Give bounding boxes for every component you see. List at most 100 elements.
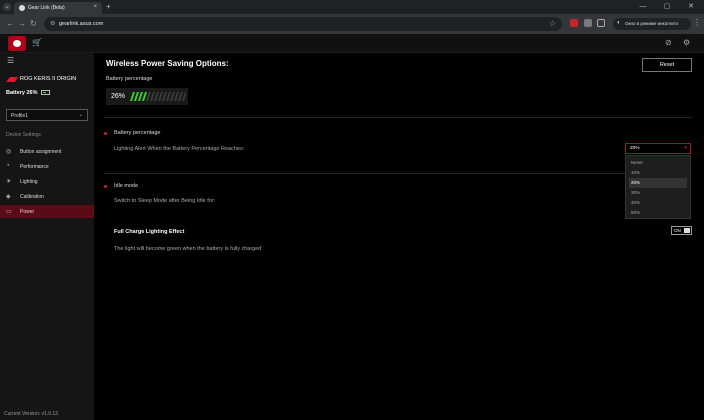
sidebar-item-lighting[interactable]: ☀ Lighting <box>0 175 94 188</box>
forward-icon[interactable]: → <box>18 18 26 30</box>
browser-tab-strip: ⌄ Gear Link (Beta) × + — ▢ ✕ <box>0 0 704 14</box>
address-bar[interactable]: ⚙ gearlink.asus.com ☆ <box>44 17 562 31</box>
settings-icon[interactable]: ⚙ <box>683 38 690 47</box>
incognito-badge[interactable]: ◐ Окно в режиме инкогнито <box>613 18 691 30</box>
battery-segment-empty <box>154 92 159 101</box>
toggle-label: ON <box>674 228 681 233</box>
battery-percentage-value: 26% <box>111 93 126 100</box>
divider <box>104 117 692 118</box>
incognito-label: Окно в режиме инкогнито <box>625 21 679 26</box>
rog-logo-icon <box>6 77 18 82</box>
battery-status: Battery 26% <box>6 90 38 96</box>
idle-mode-description: Switch to Sleep Mode after Being Idle fo… <box>114 198 216 204</box>
version-text: Current Version: v1.0.13 <box>4 411 58 417</box>
side-panel-icon[interactable] <box>597 19 605 27</box>
battery-segment-empty <box>182 92 186 101</box>
idle-mode-heading: Idle mode <box>114 183 139 189</box>
reload-icon[interactable]: ↻ <box>30 18 37 30</box>
tab-search-icon[interactable]: ⌄ <box>3 3 11 11</box>
battery-segment-filled <box>138 92 143 101</box>
battery-segment-empty <box>158 92 163 101</box>
store-icon[interactable]: 🛒 <box>32 38 42 47</box>
close-window-button[interactable]: ✕ <box>686 1 696 12</box>
sidebar-item-label: Calibration <box>20 194 44 200</box>
full-charge-toggle[interactable]: ON <box>671 226 692 235</box>
tab-title: Gear Link (Beta) <box>28 5 65 11</box>
battery-level-icon <box>41 90 50 95</box>
calibration-icon: ◈ <box>6 194 11 200</box>
option-label: 40% <box>631 200 641 205</box>
battery-segment-empty <box>150 92 155 101</box>
full-charge-description: The light will become green when the bat… <box>114 246 262 252</box>
browser-tab[interactable]: Gear Link (Beta) × <box>14 2 102 14</box>
battery-segment-empty <box>146 92 151 101</box>
option-label: 10% <box>631 170 641 175</box>
battery-segment-empty <box>166 92 171 101</box>
option-label: 30% <box>631 190 641 195</box>
sidebar: ☰ ROG KERIS II ORIGIN Battery 26% Profil… <box>0 53 94 420</box>
button-icon: ◎ <box>6 149 12 155</box>
battery-percentage-display: 26% <box>106 88 188 105</box>
check-icon[interactable]: ⊘ <box>665 38 672 47</box>
sidebar-item-label: Power <box>20 209 35 215</box>
main-content: Wireless Power Saving Options: Reset Bat… <box>94 53 704 420</box>
sidebar-item-button-assignment[interactable]: ◎ Button assignment <box>0 145 94 158</box>
full-charge-heading: Full Charge Lighting Effect <box>114 229 185 235</box>
sidebar-item-performance[interactable]: ◔ Performance <box>0 160 94 173</box>
dropdown-option[interactable]: 10% <box>629 168 687 178</box>
battery-alert-options: Never 10% 20% 30% 40% 50% <box>625 155 691 219</box>
maximize-button[interactable]: ▢ <box>662 1 672 12</box>
extension-icon-2[interactable] <box>584 19 592 27</box>
battery-segment-empty <box>174 92 179 101</box>
toggle-knob <box>684 228 690 233</box>
dropdown-option[interactable]: 30% <box>629 188 687 198</box>
battery-alert-dropdown[interactable]: 20% ▾ <box>625 143 691 154</box>
extension-icon[interactable] <box>570 19 578 27</box>
chevron-down-icon: ⌄ <box>78 112 83 118</box>
profile-value: Profile1 <box>11 113 28 119</box>
section-bullet <box>104 185 107 188</box>
battery-alert-description: Lighting Alert When the Battery Percenta… <box>114 146 245 152</box>
browser-menu-icon[interactable]: ⋮ <box>693 18 701 27</box>
browser-toolbar: ← → ↻ ⚙ gearlink.asus.com ☆ ◐ Окно в реж… <box>0 14 704 34</box>
back-icon[interactable]: ← <box>6 18 14 30</box>
battery-alert-heading: Battery percentage <box>114 130 161 136</box>
battery-icon: ▭ <box>6 209 12 215</box>
incognito-icon: ◐ <box>617 20 621 26</box>
device-name: ROG KERIS II ORIGIN <box>20 76 77 82</box>
option-label: Never <box>631 160 644 165</box>
dropdown-option[interactable]: 40% <box>629 198 687 208</box>
armoury-icon[interactable] <box>8 36 26 51</box>
battery-segment-filled <box>142 92 147 101</box>
new-tab-button[interactable]: + <box>106 2 111 12</box>
dropdown-option-selected[interactable]: 20% <box>629 178 687 188</box>
sidebar-item-power[interactable]: ▭ Power <box>0 205 94 218</box>
battery-segment-empty <box>162 92 167 101</box>
gear-link-favicon-icon <box>19 5 25 11</box>
battery-segment-empty <box>170 92 175 101</box>
reset-button[interactable]: Reset <box>642 58 692 72</box>
profile-dropdown[interactable]: Profile1 ⌄ <box>6 109 88 121</box>
url-text: gearlink.asus.com <box>59 21 104 27</box>
section-bullet <box>104 132 107 135</box>
sidebar-item-label: Performance <box>20 164 49 170</box>
bookmark-star-icon[interactable]: ☆ <box>549 19 556 28</box>
sidebar-item-label: Button assignment <box>20 149 62 155</box>
app-header: 🛒 ⊘ ⚙ <box>0 34 704 53</box>
hamburger-menu-icon[interactable]: ☰ <box>7 56 14 65</box>
lighting-icon: ☀ <box>6 179 12 185</box>
page-title: Wireless Power Saving Options: <box>106 59 229 68</box>
battery-segment-empty <box>178 92 183 101</box>
chevron-down-icon: ▾ <box>684 145 687 151</box>
site-info-icon[interactable]: ⚙ <box>50 20 55 27</box>
dropdown-value: 20% <box>630 146 640 151</box>
dropdown-option[interactable]: Never <box>629 158 687 168</box>
battery-percentage-label: Battery percentage <box>106 76 153 82</box>
divider <box>104 173 692 174</box>
sidebar-item-calibration[interactable]: ◈ Calibration <box>0 190 94 203</box>
performance-icon: ◔ <box>6 163 10 169</box>
device-settings-label: Device Settings <box>6 132 41 138</box>
minimize-button[interactable]: — <box>638 1 648 12</box>
tab-close-icon[interactable]: × <box>93 4 97 10</box>
dropdown-option[interactable]: 50% <box>629 208 687 218</box>
